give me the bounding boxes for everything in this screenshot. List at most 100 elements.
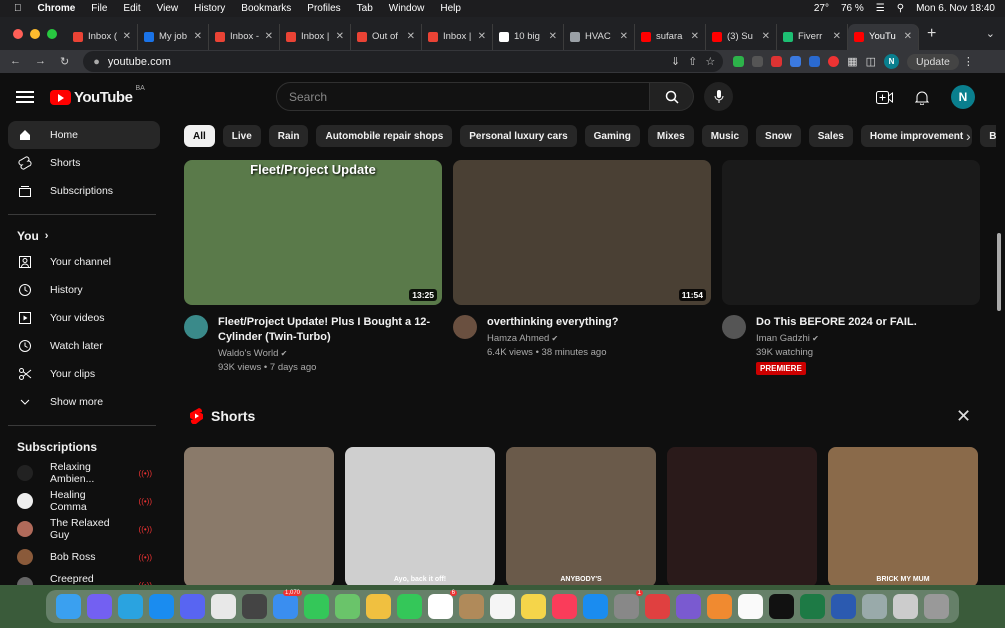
tab-close-icon[interactable]: ✕ (691, 31, 699, 42)
back-icon[interactable]: ← (10, 55, 21, 68)
sidebar-item-home[interactable]: Home (8, 121, 160, 149)
menu-tab[interactable]: Tab (357, 3, 373, 14)
short-thumbnail[interactable]: ANYBODY'S (506, 447, 656, 585)
browser-tab[interactable]: Inbox - ✕ (209, 23, 280, 50)
video-card[interactable]: 11:54 overthinking everything? Hamza Ahmed… (453, 160, 711, 376)
browser-tab[interactable]: Out of ✕ (351, 23, 422, 50)
share-icon[interactable]: ⇧ (688, 55, 697, 68)
tab-close-icon[interactable]: ✕ (549, 31, 557, 42)
browser-tab[interactable]: HVAC ✕ (564, 23, 635, 50)
menu-help[interactable]: Help (440, 3, 461, 14)
bookmark-star-icon[interactable]: ☆ (705, 55, 715, 68)
create-video-icon[interactable] (876, 90, 893, 104)
tab-close-icon[interactable]: ✕ (620, 31, 628, 42)
video-title[interactable]: Do This BEFORE 2024 or FAIL. (756, 315, 917, 330)
tab-close-icon[interactable]: ✕ (123, 31, 131, 42)
channel-name[interactable]: Hamza Ahmed ✔ (487, 333, 618, 344)
video-thumbnail[interactable]: 11:54 (453, 160, 711, 305)
subscription-item[interactable]: Healing Comma ((•)) (0, 487, 168, 515)
short-thumbnail[interactable] (184, 447, 334, 585)
maximize-window-icon[interactable] (47, 28, 57, 39)
app-store-icon[interactable] (583, 594, 608, 619)
chip-sales[interactable]: Sales (808, 125, 853, 147)
sidebar-item-show-more[interactable]: Show more (8, 388, 160, 416)
voice-search-button[interactable] (704, 82, 733, 111)
short-thumbnail[interactable] (667, 447, 817, 585)
browser-tab[interactable]: sufara ✕ (635, 23, 706, 50)
channel-name[interactable]: Waldo's World ✔ (218, 348, 442, 359)
tab-search-icon[interactable]: ⌄ (986, 27, 995, 40)
install-app-icon[interactable]: ⇓ (671, 55, 680, 68)
chip-personal-luxury-cars[interactable]: Personal luxury cars (460, 125, 577, 147)
account-avatar[interactable]: N (951, 85, 975, 109)
video-title[interactable]: Fleet/Project Update! Plus I Bought a 12… (218, 315, 442, 345)
browser-tab[interactable]: Inbox (✕ (67, 23, 138, 50)
chrome-menu-icon[interactable]: ⋮ (963, 55, 974, 68)
messages-icon[interactable] (304, 594, 329, 619)
new-tab-button[interactable]: + (927, 25, 936, 43)
menu-view[interactable]: View (157, 3, 179, 14)
tab-close-icon[interactable]: ✕ (194, 31, 202, 42)
browser-tab[interactable]: Inbox | ✕ (422, 23, 493, 50)
extension-red-icon[interactable] (771, 56, 783, 67)
side-panel-icon[interactable]: ◫ (866, 55, 876, 68)
channel-avatar[interactable] (722, 315, 746, 339)
downloads-icon[interactable] (893, 594, 918, 619)
minimize-window-icon[interactable] (30, 28, 40, 39)
chips-next-icon[interactable]: › (966, 128, 971, 144)
channel-avatar[interactable] (453, 315, 477, 339)
search-icon[interactable]: ⚲ (897, 3, 904, 14)
site-info-icon[interactable]: ● (93, 56, 100, 68)
telegram-icon[interactable] (118, 594, 143, 619)
sidebar-item-your-clips[interactable]: Your clips (8, 360, 160, 388)
chrome-profile-avatar[interactable]: N (884, 54, 900, 69)
tab-close-icon[interactable]: ✕ (336, 31, 344, 42)
photos-icon[interactable] (366, 594, 391, 619)
sidebar-item-watch-later[interactable]: Watch later (8, 332, 160, 360)
tab-close-icon[interactable]: ✕ (762, 31, 770, 42)
music-icon[interactable] (552, 594, 577, 619)
extension-blue-icon[interactable] (790, 56, 802, 67)
tab-close-icon[interactable]: ✕ (265, 31, 273, 42)
video-card[interactable]: Fleet/Project Update 13:25 Fleet/Project U… (184, 160, 442, 376)
video-thumbnail[interactable] (722, 160, 980, 305)
you-section-heading[interactable]: You › (0, 224, 168, 248)
notion-icon[interactable] (738, 594, 763, 619)
reminders-icon[interactable] (490, 594, 515, 619)
notifications-bell-icon[interactable] (915, 90, 929, 105)
subscription-item[interactable]: The Relaxed Guy ((•)) (0, 515, 168, 543)
search-input[interactable]: Search (276, 82, 650, 111)
chip-all[interactable]: All (184, 125, 215, 147)
browser-tab[interactable]: YouTu ✕ (848, 23, 919, 50)
calendar-icon[interactable]: 6 (428, 590, 457, 619)
reload-icon[interactable]: ↻ (60, 55, 69, 68)
short-thumbnail[interactable]: Ayo, back it off! (345, 447, 495, 585)
status-battery[interactable]: 76 % (841, 3, 864, 14)
video-thumbnail[interactable]: Fleet/Project Update 13:25 (184, 160, 442, 305)
trash-icon[interactable] (924, 594, 949, 619)
chip-rain[interactable]: Rain (268, 125, 309, 147)
menu-window[interactable]: Window (389, 3, 425, 14)
video-card[interactable]: Do This BEFORE 2024 or FAIL. Iman Gadzhi … (722, 160, 980, 376)
sidebar-item-subscriptions[interactable]: Subscriptions (8, 177, 160, 205)
folder-icon[interactable] (676, 594, 701, 619)
search-button[interactable] (650, 82, 694, 111)
finder-icon[interactable] (56, 594, 81, 619)
blender-icon[interactable] (707, 594, 732, 619)
sidebar-item-your-videos[interactable]: Your videos (8, 304, 160, 332)
menu-file[interactable]: File (91, 3, 107, 14)
mail-icon[interactable]: 1,070 (273, 590, 302, 619)
browser-tab[interactable]: My job ✕ (138, 23, 209, 50)
tab-close-icon[interactable]: ✕ (478, 31, 486, 42)
channel-avatar[interactable] (184, 315, 208, 339)
forward-icon[interactable]: → (35, 55, 46, 68)
chip-automobile-repair-shops[interactable]: Automobile repair shops (316, 125, 453, 147)
status-temp[interactable]: 27° (814, 3, 829, 14)
word-icon[interactable] (831, 594, 856, 619)
browser-tab[interactable]: (3) Su ✕ (706, 23, 777, 50)
address-bar[interactable]: ● youtube.com ⇓ ⇧ ☆ (83, 51, 724, 72)
chip-home-improvement[interactable]: Home improvement (860, 125, 973, 147)
close-window-icon[interactable] (13, 28, 23, 39)
wifi-icon[interactable]: ☰ (876, 3, 885, 14)
screencast-icon[interactable] (645, 594, 670, 619)
